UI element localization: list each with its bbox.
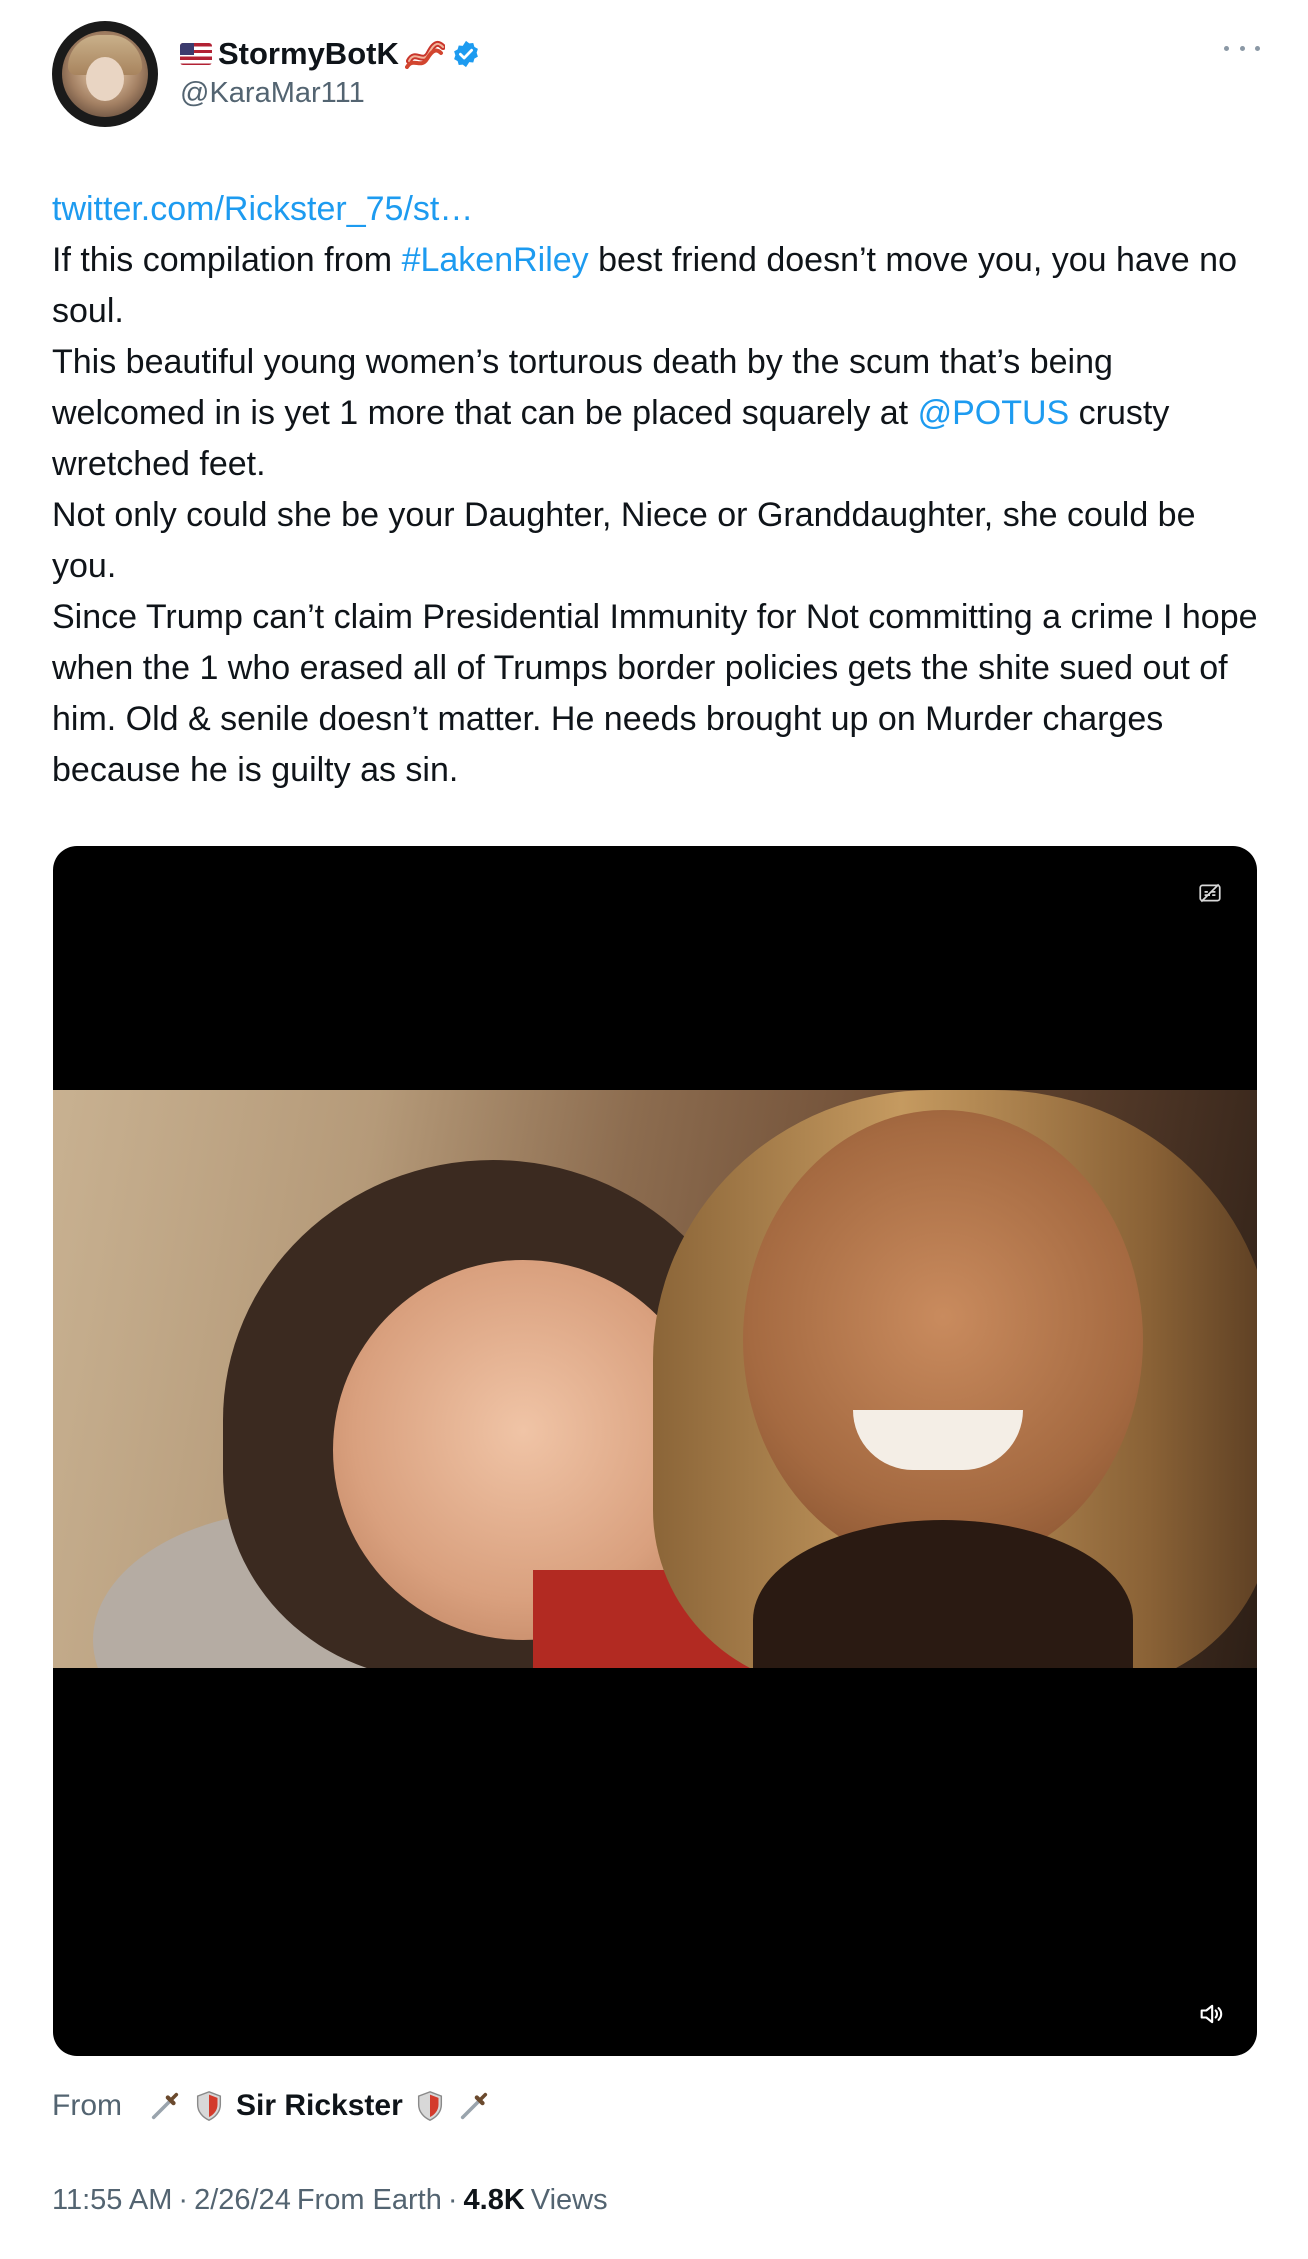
tweet-text: twitter.com/Rickster_75/st… If this comp… (52, 184, 1262, 796)
video-frame (53, 1090, 1257, 1668)
display-name[interactable]: StormyBotK (218, 36, 399, 72)
from-label: From (52, 2089, 122, 2122)
user-handle[interactable]: @KaraMar111 (180, 77, 365, 110)
volume-icon[interactable] (1197, 2000, 1225, 2028)
tweet-time[interactable]: 11:55 AM (52, 2184, 172, 2217)
more-dot (1224, 45, 1229, 51)
closed-captions-icon[interactable] (1197, 880, 1223, 906)
separator: · (178, 2184, 189, 2216)
avatar[interactable] (52, 21, 158, 127)
video-person-right-face (743, 1110, 1143, 1570)
tweet-paragraph: This beautiful young women’s torturous d… (52, 337, 1262, 490)
separator: · (447, 2184, 458, 2216)
avatar-face (86, 57, 124, 101)
views-count[interactable]: 4.8K (464, 2184, 525, 2217)
from-account-name[interactable]: Sir Rickster (236, 2089, 403, 2123)
hashtag-link[interactable]: #LakenRiley (402, 241, 589, 279)
us-flag-icon (180, 43, 212, 65)
tweet-date[interactable]: 2/26/24 (194, 2184, 291, 2217)
verified-badge-icon[interactable] (451, 39, 481, 69)
tweet-meta: 11:55 AM · 2/26/24 From Earth · 4.8K Vie… (52, 2184, 608, 2217)
quoted-link[interactable]: twitter.com/Rickster_75/st… (52, 190, 473, 228)
more-options-icon[interactable] (1224, 40, 1260, 56)
video-player[interactable] (53, 846, 1257, 2056)
shield-icon (417, 2091, 442, 2121)
bacon-icon (404, 40, 445, 69)
more-dot (1239, 45, 1245, 51)
mention-link[interactable]: @POTUS (918, 394, 1070, 432)
more-dot (1255, 45, 1260, 51)
tweet-paragraph: If this compilation from #LakenRiley bes… (52, 235, 1262, 337)
display-name-row[interactable]: StormyBotK (180, 34, 481, 74)
tweet-source: From Earth (296, 2184, 442, 2216)
text-span: If this compilation from (52, 241, 402, 279)
dagger-icon (151, 2092, 179, 2120)
shield-icon (196, 2091, 222, 2121)
tweet-paragraph: Not only could she be your Daughter, Nie… (52, 496, 1196, 585)
views-label: Views (530, 2184, 608, 2216)
tweet-container: StormyBotK @KaraMar111 twitter.com/Ricks… (0, 0, 1308, 2259)
tweet-paragraph: Since Trump can’t claim Presidential Imm… (52, 598, 1258, 789)
from-attribution[interactable]: From Sir Rickster (52, 2082, 491, 2130)
dagger-icon (460, 2092, 487, 2120)
avatar-photo (62, 31, 148, 117)
